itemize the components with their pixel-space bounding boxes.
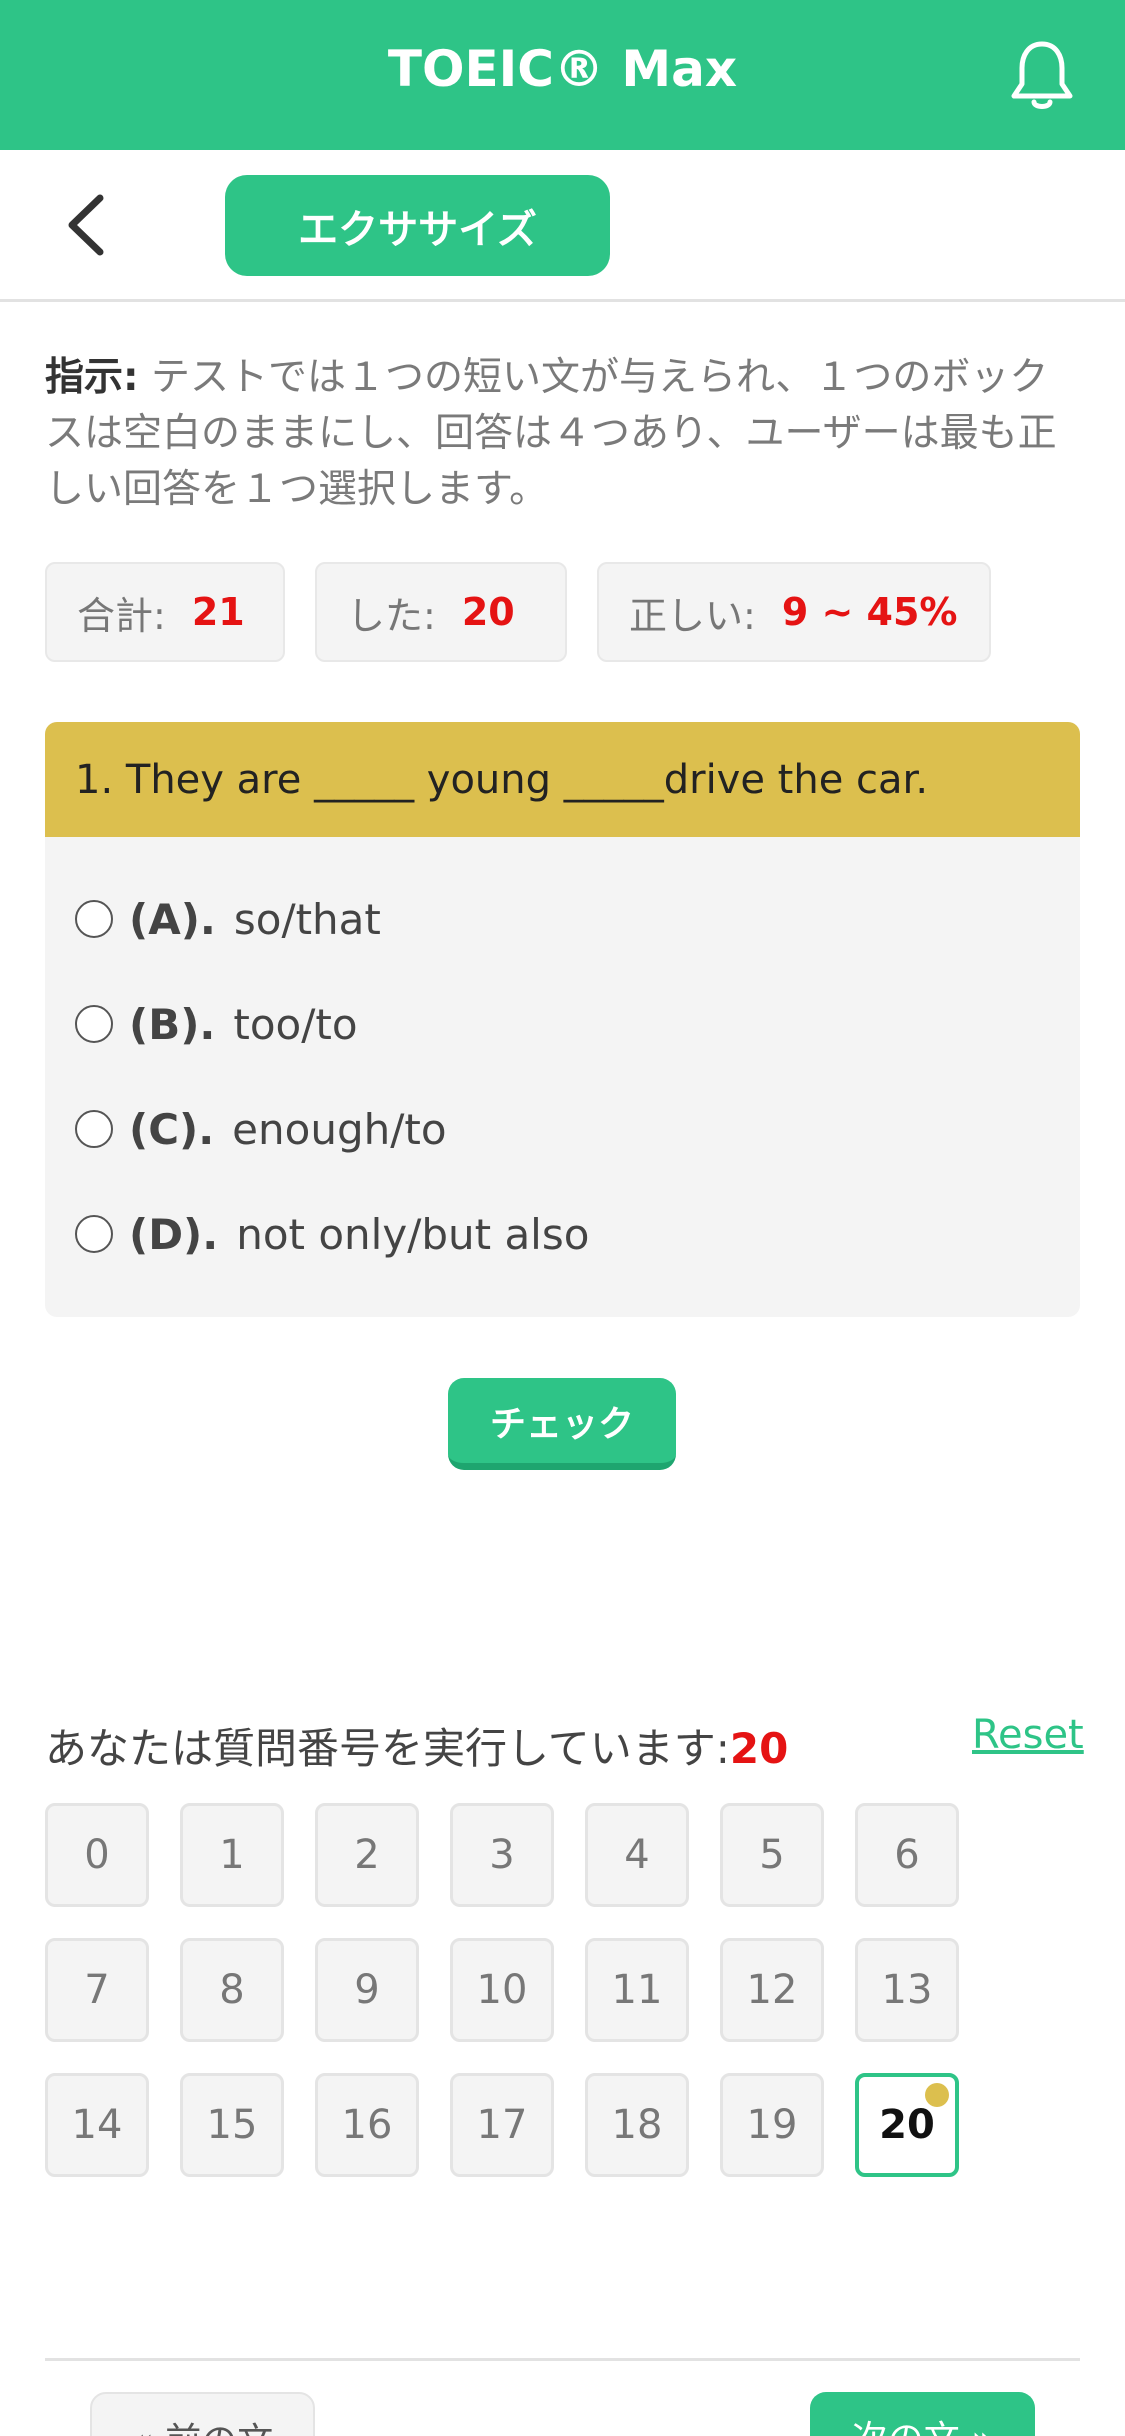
- option-text: not only/but also: [236, 1209, 590, 1259]
- stat-total: 合計: 21: [45, 562, 285, 662]
- instructions-text: テストでは１つの短い文が与えられ、１つのボックスは空白のままにし、回答は４つあり…: [45, 355, 1057, 512]
- question-number-button[interactable]: 8: [180, 1938, 284, 2042]
- section-tab-exercise[interactable]: エクササイズ: [225, 175, 610, 276]
- progress-label: あなたは質問番号を実行しています:: [45, 1724, 730, 1773]
- question-number-button[interactable]: 10: [450, 1938, 554, 2042]
- option-key: (C).: [129, 1104, 215, 1154]
- question-number-button[interactable]: 16: [315, 2073, 419, 2177]
- prev-sentence-button[interactable]: « 前の文: [90, 2392, 315, 2436]
- stat-correct: 正しい: 9 ~ 45%: [597, 562, 991, 662]
- question-number-button[interactable]: 19: [720, 2073, 824, 2177]
- question-number-button[interactable]: 2: [315, 1803, 419, 1907]
- radio-button[interactable]: [75, 1215, 113, 1253]
- question-number-button[interactable]: 14: [45, 2073, 149, 2177]
- option-text: so/that: [233, 894, 381, 944]
- question-number-button[interactable]: 0: [45, 1803, 149, 1907]
- radio-button[interactable]: [75, 1005, 113, 1043]
- question-number-button-active[interactable]: 20: [855, 2073, 959, 2177]
- option-key: (B).: [129, 999, 216, 1049]
- option-key: (A).: [129, 894, 216, 944]
- option-a[interactable]: (A). so/that: [75, 889, 381, 949]
- status-dot: [925, 2083, 949, 2107]
- stat-done: した: 20: [315, 562, 567, 662]
- option-text: too/to: [233, 999, 358, 1049]
- instructions: 指示: テストでは１つの短い文が与えられ、１つのボックスは空白のままにし、回答は…: [45, 350, 1080, 518]
- check-button[interactable]: チェック: [448, 1378, 676, 1470]
- radio-button[interactable]: [75, 1110, 113, 1148]
- question-number-button[interactable]: 12: [720, 1938, 824, 2042]
- question-number-button[interactable]: 1: [180, 1803, 284, 1907]
- option-b[interactable]: (B). too/to: [75, 994, 358, 1054]
- question-number-button[interactable]: 3: [450, 1803, 554, 1907]
- radio-button[interactable]: [75, 900, 113, 938]
- stat-correct-label: 正しい:: [629, 593, 756, 638]
- app-title: TOEIC® Max: [387, 40, 738, 98]
- next-sentence-button[interactable]: 次の文 »: [810, 2392, 1035, 2436]
- app-bar: TOEIC® Max: [0, 0, 1125, 150]
- option-c[interactable]: (C). enough/to: [75, 1099, 447, 1159]
- question-number-button[interactable]: 11: [585, 1938, 689, 2042]
- divider: [45, 2358, 1080, 2361]
- question-number-button[interactable]: 7: [45, 1938, 149, 2042]
- stat-done-value: 20: [461, 590, 515, 634]
- stat-total-value: 21: [191, 590, 245, 634]
- question-number-button[interactable]: 5: [720, 1803, 824, 1907]
- sub-header: エクササイズ: [0, 150, 1125, 302]
- option-d[interactable]: (D). not only/but also: [75, 1204, 589, 1264]
- question-number-button[interactable]: 17: [450, 2073, 554, 2177]
- question-number-button[interactable]: 13: [855, 1938, 959, 2042]
- bell-icon[interactable]: [1010, 38, 1074, 112]
- question-number-button[interactable]: 4: [585, 1803, 689, 1907]
- question-card: 1. They are _____ young _____drive the c…: [45, 722, 1080, 1317]
- instructions-label: 指示:: [45, 355, 139, 400]
- stat-done-label: した:: [347, 593, 436, 638]
- question-number-button[interactable]: 6: [855, 1803, 959, 1907]
- question-number-button[interactable]: 15: [180, 2073, 284, 2177]
- current-question-number: 20: [729, 1724, 789, 1773]
- stat-correct-value: 9 ~ 45%: [781, 590, 958, 634]
- reset-link[interactable]: Reset: [972, 1712, 1084, 1758]
- progress-text: あなたは質問番号を実行しています:20: [45, 1715, 788, 1776]
- option-key: (D).: [129, 1209, 219, 1259]
- stat-total-label: 合計:: [77, 593, 166, 638]
- question-number-button[interactable]: 9: [315, 1938, 419, 2042]
- option-text: enough/to: [232, 1104, 447, 1154]
- chevron-left-icon[interactable]: [62, 190, 112, 260]
- question-text: 1. They are _____ young _____drive the c…: [45, 722, 1080, 837]
- question-number-button[interactable]: 18: [585, 2073, 689, 2177]
